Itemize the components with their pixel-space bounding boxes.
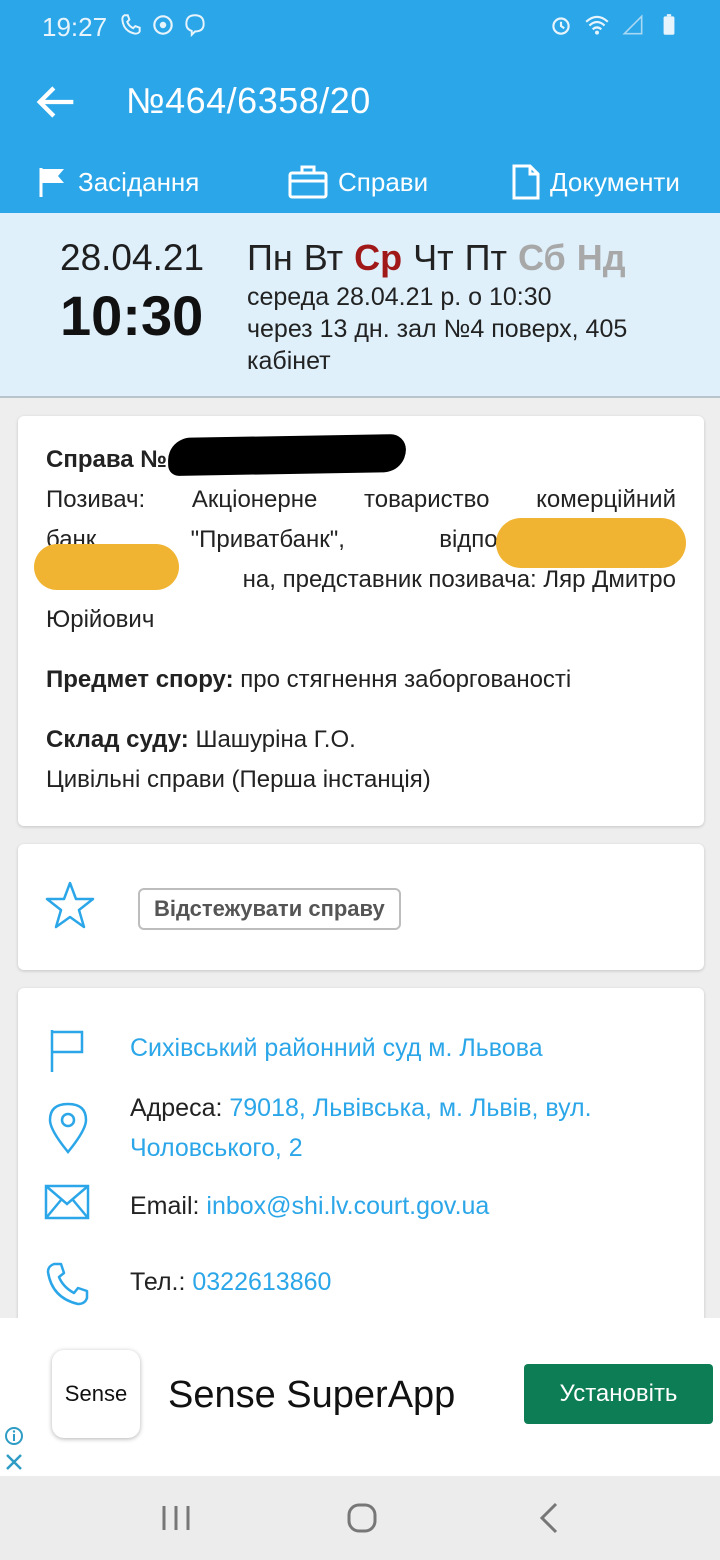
envelope-icon (44, 1184, 90, 1220)
info-icon[interactable] (4, 1426, 24, 1446)
tab-label: Документи (550, 166, 680, 197)
tab-label: Справи (338, 166, 429, 197)
weekday-tue: Вт (303, 237, 344, 278)
ad-install-button[interactable]: Установіть (524, 1364, 713, 1424)
wifi-icon (585, 15, 609, 35)
flag-icon (39, 168, 64, 197)
flag-icon (50, 1030, 84, 1072)
close-icon[interactable] (4, 1452, 24, 1472)
document-icon (512, 164, 540, 200)
tab-documents[interactable]: Документи (512, 160, 680, 204)
weekday-mon: Пн (247, 237, 293, 278)
recent-apps-icon[interactable] (156, 1498, 196, 1538)
phone-icon (46, 1262, 89, 1306)
app-bar: №464/6358/20 (0, 56, 720, 148)
address-label: Адреса: (130, 1094, 230, 1122)
phone-label: Тел.: (130, 1268, 193, 1296)
ad-title[interactable]: Sense SuperApp (168, 1374, 455, 1417)
system-nav-bar (0, 1476, 720, 1560)
court-info-card: Сихівський районний суд м. Львова Адреса… (18, 988, 704, 1328)
phone-icon (121, 14, 141, 35)
battery-icon (663, 14, 675, 35)
hearing-detail-line: кабінет (247, 347, 331, 375)
status-time: 19:27 (42, 12, 108, 42)
weekday-thu: Чт (413, 237, 454, 278)
tab-cases[interactable]: Справи (288, 160, 428, 204)
email-link[interactable]: inbox@shi.lv.court.gov.ua (206, 1192, 489, 1220)
signal-icon (622, 14, 643, 35)
case-number-label: Справа № (46, 446, 168, 473)
hearing-date: 28.04.21 (60, 237, 205, 278)
hearing-detail-line: через 13 дн. зал №4 поверх, 405 (247, 315, 628, 343)
status-bar: 19:27 (0, 0, 720, 56)
hearing-detail-line: середа 28.04.21 р. о 10:30 (247, 283, 552, 311)
subject-value: про стягнення заборгованості (233, 666, 572, 693)
court-address: Адреса: 79018, Львівська, м. Львів, вул.… (130, 1088, 670, 1168)
phone-link[interactable]: 0322613860 (192, 1268, 331, 1296)
weekday-row: Пн Вт Ср Чт Пт Сб Нд (247, 237, 626, 279)
hearing-datebar: 28.04.21 10:30 Пн Вт Ср Чт Пт Сб Нд сере… (0, 213, 720, 398)
sync-icon (153, 15, 173, 35)
case-details-card: Справа № Позивач: Акціонерне товариство … (18, 416, 704, 826)
redaction-mark (167, 433, 407, 477)
weekday-sat: Сб (517, 237, 566, 278)
weekday-fri: Пт (464, 237, 507, 278)
redaction-mark (496, 518, 686, 568)
arrow-left-icon[interactable] (30, 76, 82, 128)
location-pin-icon (48, 1102, 88, 1154)
briefcase-icon (288, 165, 328, 199)
court-name-link[interactable]: Сихівський районний суд м. Львова (130, 1028, 670, 1068)
home-icon[interactable] (342, 1498, 382, 1538)
track-case-button[interactable]: Відстежувати справу (138, 888, 401, 930)
weekday-wed-active: Ср (354, 237, 403, 278)
court-phone: Тел.: 0322613860 (130, 1262, 670, 1302)
address-link[interactable]: Чоловського, 2 (130, 1134, 303, 1162)
court-composition-label: Склад суду: (46, 726, 189, 753)
ad-app-logo[interactable]: Sense (52, 1350, 140, 1438)
case-category: Цивільні справи (Перша інстанція) (46, 766, 431, 793)
top-bar: 19:27 №464/6358/20 Засідання Справи Доку… (0, 0, 720, 213)
track-card: Відстежувати справу (18, 844, 704, 970)
tab-bar: Засідання Справи Документи (0, 150, 720, 213)
weekday-sun: Нд (576, 237, 626, 278)
email-label: Email: (130, 1192, 207, 1220)
tab-hearings[interactable]: Засідання (38, 160, 199, 204)
case-parties-line: Юрійович (46, 606, 155, 633)
address-link[interactable]: 79018, Львівська, м. Львів, вул. (229, 1094, 591, 1122)
court-composition-value: Шашуріна Г.О. (188, 726, 356, 753)
court-email: Email: inbox@shi.lv.court.gov.ua (130, 1186, 670, 1226)
page-title: №464/6358/20 (126, 80, 371, 121)
back-nav-icon[interactable] (530, 1498, 570, 1538)
hearing-time: 10:30 (60, 284, 204, 347)
viber-icon (185, 14, 205, 38)
subject-label: Предмет спору: (46, 666, 234, 693)
star-icon[interactable] (44, 880, 96, 932)
ad-banner[interactable]: Sense Sense SuperApp Установіть (0, 1318, 720, 1476)
alarm-icon (552, 17, 570, 35)
case-parties-line: Позивач: Акціонерне товариство комерційн… (46, 486, 676, 513)
tab-label: Засідання (78, 166, 200, 197)
redaction-mark (34, 544, 179, 590)
